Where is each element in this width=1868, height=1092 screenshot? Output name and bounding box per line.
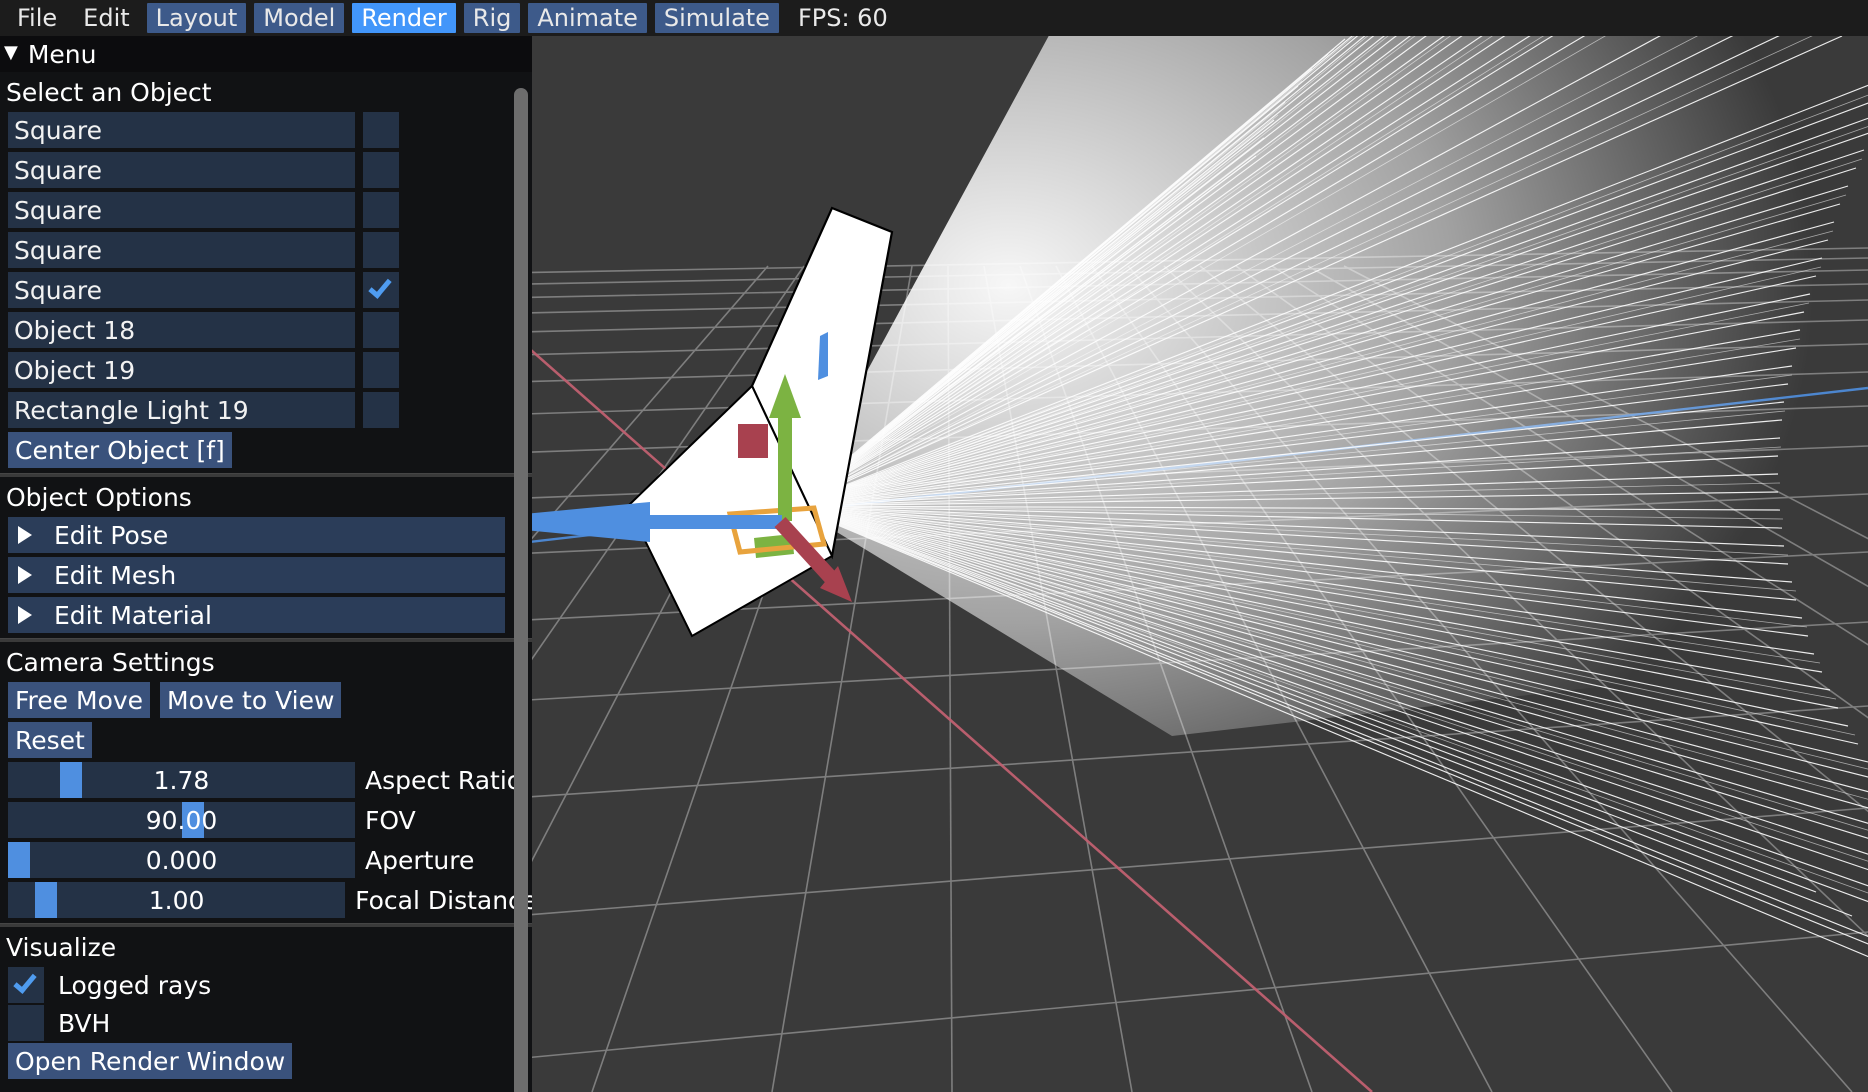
logged-rays-label: Logged rays [58, 970, 212, 1000]
object-item-rectangle-light-19[interactable]: Rectangle Light 19 [8, 392, 355, 428]
move-to-view-button[interactable]: Move to View [160, 682, 342, 718]
focal-distance-label: Focal Distance [355, 885, 532, 915]
bvh-label: BVH [58, 1008, 111, 1038]
object-list-row: Square [0, 272, 532, 308]
menu-item-simulate[interactable]: Simulate [654, 3, 779, 33]
object-item-square-3[interactable]: Square [8, 192, 355, 228]
camera-settings-heading: Camera Settings [6, 648, 215, 677]
object-item-square-1[interactable]: Square [8, 112, 355, 148]
object-item-square-2[interactable]: Square [8, 152, 355, 188]
open-render-window-button[interactable]: Open Render Window [8, 1043, 293, 1079]
panel-title: Menu [27, 39, 97, 69]
object-checkbox-2[interactable] [363, 152, 399, 188]
object-item-object-19[interactable]: Object 19 [8, 352, 355, 388]
object-checkbox-6[interactable] [363, 312, 399, 348]
object-checkbox-7[interactable] [363, 352, 399, 388]
object-checkbox-3[interactable] [363, 192, 399, 228]
object-item-square-4[interactable]: Square [8, 232, 355, 268]
focal-distance-slider[interactable]: 1.00 [8, 882, 346, 918]
checkmark-icon [13, 969, 37, 994]
object-list-row: Rectangle Light 19 [0, 392, 532, 428]
menu-item-layout[interactable]: Layout [146, 3, 247, 33]
edit-mesh-label: Edit Mesh [54, 560, 177, 590]
select-object-heading: Select an Object [6, 78, 212, 107]
fps-counter: FPS: 60 [797, 4, 888, 32]
aspect-ratio-slider[interactable]: 1.78 [8, 762, 355, 798]
fov-label: FOV [365, 805, 416, 835]
center-object-button[interactable]: Center Object [f] [8, 432, 232, 468]
menu-item-render[interactable]: Render [352, 3, 456, 33]
menu-item-file[interactable]: File [8, 3, 66, 33]
chevron-right-icon [18, 526, 32, 544]
object-options-heading: Object Options [6, 483, 192, 512]
visualize-heading: Visualize [6, 933, 117, 962]
application-window: File Edit Layout Model Render Rig Animat… [0, 0, 1868, 1092]
reset-camera-button[interactable]: Reset [8, 722, 92, 758]
gizmo-plane-quad-red[interactable] [738, 424, 768, 458]
camera-button-row-1: Free Move Move to View [0, 682, 532, 718]
chevron-right-icon [18, 606, 32, 624]
viewport-canvas [532, 36, 1868, 1092]
sidebar-scrollbar-track[interactable] [514, 88, 528, 1092]
panel-header[interactable]: ▼ Menu [0, 36, 532, 72]
object-item-square-5[interactable]: Square [8, 272, 355, 308]
menu-item-rig[interactable]: Rig [463, 3, 521, 33]
left-panel: ▼ Menu Select an Object Square Square Sq… [0, 36, 532, 1092]
camera-button-row-2: Reset [0, 722, 532, 758]
object-list-row: Square [0, 152, 532, 188]
checkmark-icon [368, 274, 392, 299]
aspect-ratio-label: Aspect Ratio [365, 765, 523, 795]
edit-pose-section[interactable]: Edit Pose [8, 517, 505, 553]
aperture-slider[interactable]: 0.000 [8, 842, 355, 878]
object-list-row: Square [0, 192, 532, 228]
fov-slider-row: 90.00 FOV [8, 802, 532, 838]
chevron-down-icon[interactable]: ▼ [4, 44, 18, 62]
sidebar-scrollbar-thumb[interactable] [514, 88, 528, 1092]
aperture-value: 0.000 [145, 845, 218, 875]
aspect-ratio-slider-row: 1.78 Aspect Ratio [8, 762, 532, 798]
object-list-row: Square [0, 112, 532, 148]
focal-distance-value: 1.00 [148, 885, 205, 915]
object-checkbox-5[interactable] [363, 272, 399, 308]
fov-value: 90.00 [145, 805, 218, 835]
logged-rays-row: Logged rays [8, 967, 532, 1003]
logged-rays-checkbox[interactable] [8, 967, 44, 1003]
object-list-row: Object 18 [0, 312, 532, 348]
object-item-object-18[interactable]: Object 18 [8, 312, 355, 348]
edit-mesh-section[interactable]: Edit Mesh [8, 557, 505, 593]
object-list-row: Square [0, 232, 532, 268]
3d-viewport[interactable] [532, 36, 1868, 1092]
edit-pose-label: Edit Pose [54, 520, 169, 550]
object-checkbox-1[interactable] [363, 112, 399, 148]
free-move-button[interactable]: Free Move [8, 682, 151, 718]
menu-item-animate[interactable]: Animate [528, 3, 647, 33]
edit-material-label: Edit Material [54, 600, 212, 630]
menu-item-edit[interactable]: Edit [74, 3, 138, 33]
object-checkbox-4[interactable] [363, 232, 399, 268]
object-checkbox-8[interactable] [363, 392, 399, 428]
aperture-slider-row: 0.000 Aperture [8, 842, 532, 878]
menu-bar: File Edit Layout Model Render Rig Animat… [0, 0, 1868, 36]
object-list-row: Object 19 [0, 352, 532, 388]
edit-material-section[interactable]: Edit Material [8, 597, 505, 633]
focal-distance-slider-row: 1.00 Focal Distance [8, 882, 532, 918]
menu-item-model[interactable]: Model [254, 3, 345, 33]
aspect-ratio-value: 1.78 [153, 765, 210, 795]
bvh-checkbox[interactable] [8, 1005, 44, 1041]
chevron-right-icon [18, 566, 32, 584]
bvh-row: BVH [8, 1005, 532, 1041]
aperture-label: Aperture [365, 845, 475, 875]
fov-slider[interactable]: 90.00 [8, 802, 355, 838]
